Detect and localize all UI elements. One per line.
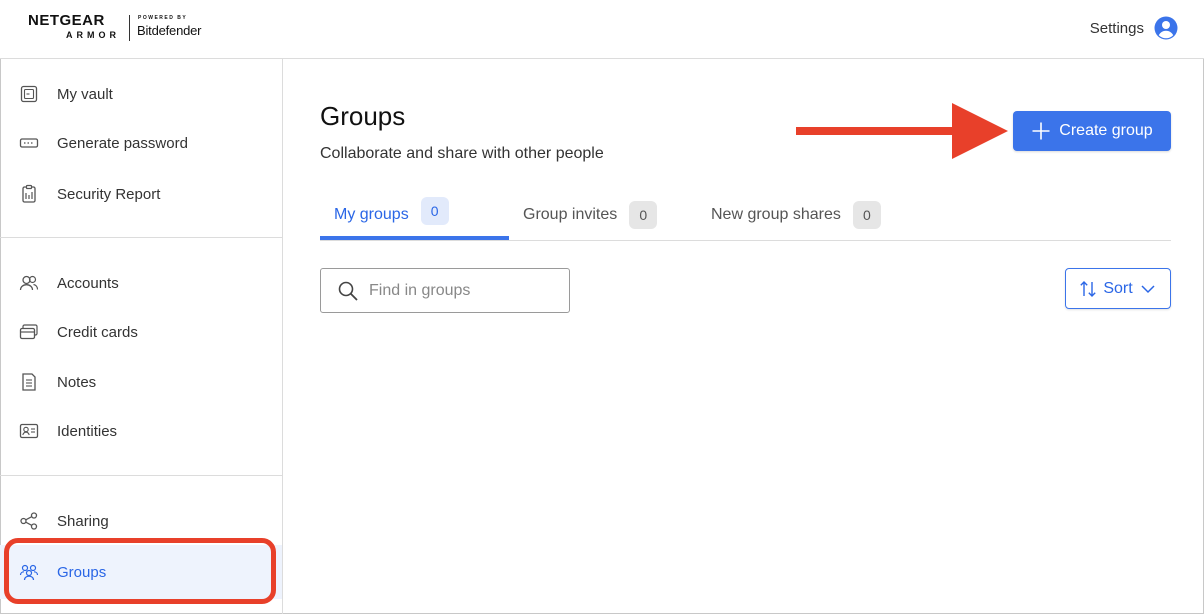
sort-arrows-icon <box>1080 280 1097 297</box>
sidebar-item-identities[interactable]: Identities <box>0 411 282 451</box>
sort-label: Sort <box>1103 279 1133 297</box>
logo-powered-by: POWERED BY <box>138 15 188 21</box>
group-search-box[interactable] <box>320 268 570 313</box>
top-header: NETGEAR ARMOR POWERED BY Bitdefender Set… <box>0 0 1204 59</box>
logo-brand: NETGEAR <box>28 12 105 29</box>
main-content: Groups Collaborate and share with other … <box>283 59 1204 614</box>
settings-button[interactable]: Settings <box>1090 16 1178 40</box>
sidebar-item-accounts[interactable]: Accounts <box>0 263 282 303</box>
logo-divider <box>129 15 130 41</box>
tab-bar: My groups 0 Group invites 0 New group sh… <box>320 191 1171 241</box>
sidebar-item-label: My vault <box>57 85 113 103</box>
sidebar-item-security-report[interactable]: Security Report <box>0 174 282 214</box>
search-icon <box>338 281 358 301</box>
logo-partner: Bitdefender <box>137 23 202 38</box>
plus-icon <box>1032 122 1050 140</box>
create-group-label: Create group <box>1059 122 1153 139</box>
sidebar-item-sharing[interactable]: Sharing <box>0 501 282 541</box>
tab-label: New group shares <box>711 206 841 223</box>
sidebar-item-generate-password[interactable]: Generate password <box>0 123 282 163</box>
chevron-down-icon <box>1141 284 1155 293</box>
sidebar: My vault Generate password Security Repo… <box>0 59 283 614</box>
sidebar-item-label: Accounts <box>57 274 119 292</box>
password-icon <box>19 138 39 148</box>
tab-new-group-shares[interactable]: New group shares 0 <box>711 191 881 239</box>
sort-button[interactable]: Sort <box>1065 268 1171 309</box>
vault-icon <box>20 85 38 103</box>
netgear-armor-logo: NETGEAR ARMOR POWERED BY Bitdefender <box>28 12 218 44</box>
page-subtitle: Collaborate and share with other people <box>320 145 604 162</box>
accounts-icon <box>19 275 39 291</box>
sidebar-item-my-vault[interactable]: My vault <box>0 74 282 114</box>
notes-icon <box>22 373 36 391</box>
sidebar-item-label: Security Report <box>57 185 161 203</box>
sidebar-divider <box>0 475 282 476</box>
settings-label: Settings <box>1089 19 1144 37</box>
search-input[interactable] <box>369 277 559 305</box>
tab-count-badge: 0 <box>629 201 658 229</box>
sidebar-item-label: Sharing <box>57 512 109 530</box>
credit-card-icon <box>19 324 38 340</box>
sidebar-item-label: Notes <box>57 373 97 391</box>
page-title: Groups <box>320 101 406 131</box>
sidebar-item-credit-cards[interactable]: Credit cards <box>0 312 282 352</box>
create-group-button[interactable]: Create group <box>1013 111 1171 151</box>
annotation-arrow-icon <box>796 103 1008 159</box>
sidebar-item-label: Generate password <box>57 134 188 152</box>
annotation-highlight-ring <box>4 538 276 604</box>
share-icon <box>20 512 38 530</box>
sidebar-divider <box>0 237 282 238</box>
sidebar-item-label: Identities <box>57 422 118 440</box>
sidebar-item-label: Credit cards <box>57 323 138 341</box>
tab-my-groups[interactable]: My groups 0 <box>334 191 449 239</box>
tab-label: Group invites <box>523 206 618 223</box>
tab-group-invites[interactable]: Group invites 0 <box>523 191 658 239</box>
sidebar-item-notes[interactable]: Notes <box>0 362 282 402</box>
tab-count-badge: 0 <box>420 197 449 225</box>
user-circle-icon <box>1154 16 1178 40</box>
tab-label: My groups <box>334 206 409 223</box>
identity-icon <box>19 423 39 439</box>
active-tab-underline <box>320 236 509 240</box>
logo-product: ARMOR <box>66 30 120 40</box>
tab-count-badge: 0 <box>852 201 881 229</box>
clipboard-icon <box>22 184 36 203</box>
